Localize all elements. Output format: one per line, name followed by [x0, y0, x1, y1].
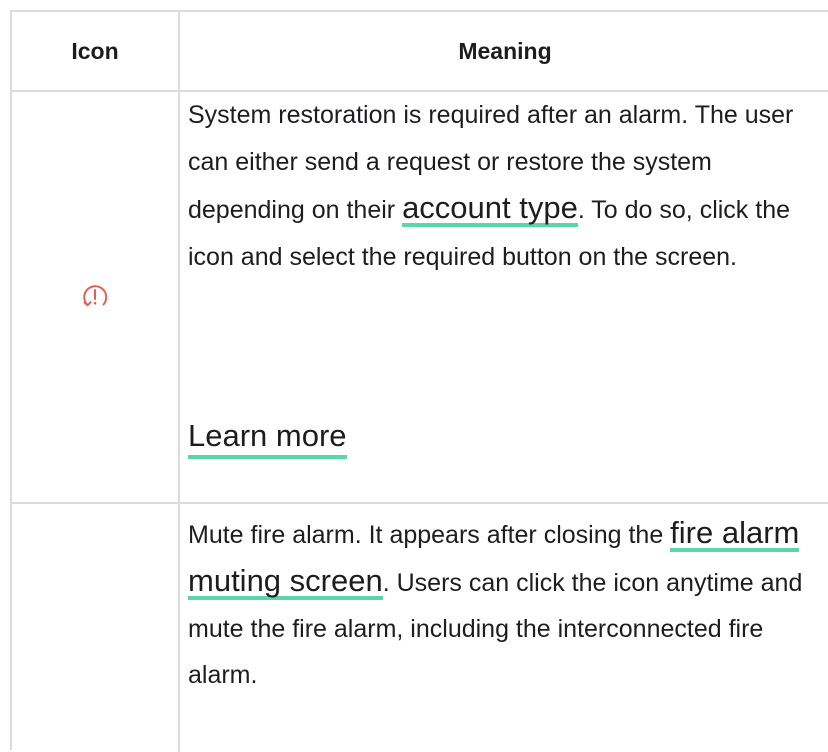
account-type-link[interactable]: account type [402, 190, 578, 227]
meaning-text: Mute fire alarm. It appears after closin… [188, 521, 671, 549]
column-header-meaning: Meaning [458, 37, 552, 64]
alarm-restore-icon [78, 280, 112, 314]
column-divider [178, 12, 180, 752]
column-header-icon: Icon [71, 37, 119, 64]
learn-more-link[interactable]: Learn more [188, 416, 347, 459]
table-row-meaning: Mute fire alarm. It appears after closin… [188, 510, 818, 698]
row-divider [12, 502, 828, 504]
table-row-meaning: System restoration is required after an … [188, 92, 818, 280]
table-row-icon-cell [12, 92, 178, 502]
